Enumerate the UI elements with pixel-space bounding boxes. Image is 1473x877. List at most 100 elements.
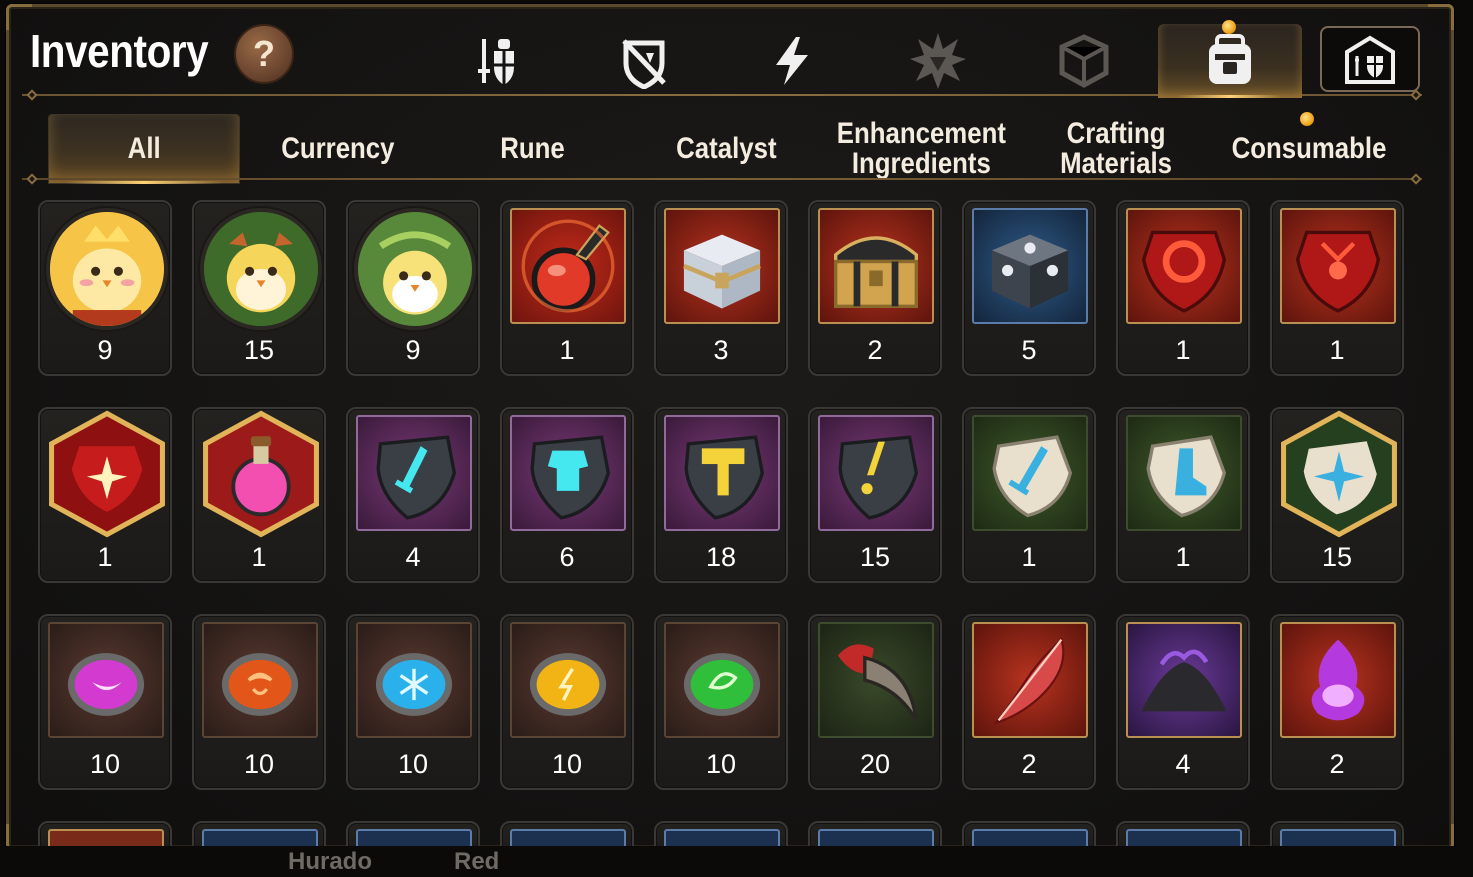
item-slot[interactable]: 4 [1116,614,1250,790]
item-slot[interactable]: 1 [192,407,326,583]
item-slot[interactable]: 2 [808,200,942,376]
armor-rune-stone-icon [530,435,611,520]
category-tab-currency[interactable]: Currency [242,114,434,184]
red-gem-ring-icon [1141,230,1227,313]
purple-flame-icon [1311,639,1365,721]
category-tab-all[interactable]: All [48,114,240,184]
item-count: 10 [89,749,121,779]
item-count: 1 [1329,335,1345,365]
item-slot[interactable]: 9 [38,200,172,376]
item-slot[interactable]: 20 [808,614,942,790]
category-tab-catalyst[interactable]: Catalyst [630,114,822,184]
red-potion-flask-icon [521,219,615,313]
item-slot[interactable]: 10 [500,614,634,790]
tab-broken-shield[interactable] [572,24,716,98]
tab-skills[interactable] [720,24,864,98]
item-count: 2 [1329,749,1345,779]
notification-dot [1222,20,1236,34]
bottom-overlay [0,846,1473,877]
tab-equipment[interactable] [424,24,568,98]
item-count: 4 [405,542,421,572]
item-count: 10 [243,749,275,779]
item-count: 10 [397,749,429,779]
item-slot[interactable]: 10 [38,614,172,790]
item-slot[interactable]: 4 [346,407,480,583]
category-label: Enhancement Ingredients [836,117,1006,180]
item-count: 1 [1175,542,1191,572]
item-slot[interactable]: 15 [1270,407,1404,583]
item-slot[interactable]: 15 [192,200,326,376]
item-count: 1 [1175,335,1191,365]
item-slot[interactable]: 6 [500,407,634,583]
castle-armory-icon [1345,35,1395,84]
item-count: 1 [251,542,267,572]
item-count: 3 [713,335,729,365]
item-count: 15 [1321,542,1353,572]
category-label: Catalyst [675,132,777,165]
category-label: Currency [281,132,395,165]
item-count: 9 [405,335,421,365]
item-slot[interactable]: 10 [192,614,326,790]
orange-fire-orb-icon [221,653,299,716]
dark-dust-pile-icon [1141,649,1227,712]
item-slot[interactable]: 18 [654,407,788,583]
purple-moon-orb-icon [67,653,145,716]
item-slot[interactable]: 5 [962,200,1096,376]
item-slot[interactable]: 1 [500,200,634,376]
item-count: 1 [559,335,575,365]
item-slot[interactable]: 1 [1270,200,1404,376]
item-count: 18 [705,542,737,572]
broken-shield-icon [622,39,666,89]
green-leaf-orb-icon [683,653,761,716]
item-slot[interactable]: 9 [346,200,480,376]
item-count: 15 [859,542,891,572]
cube-icon [1059,34,1109,88]
item-count: 2 [867,335,883,365]
pink-potion-icon [203,410,319,538]
dark-silver-chest-icon [991,234,1069,309]
item-count: 1 [1021,542,1037,572]
item-slot[interactable]: 1 [1116,407,1250,583]
item-slot[interactable]: 10 [346,614,480,790]
spark-rune-stone-icon [838,435,919,520]
item-count: 15 [243,335,275,365]
item-slot[interactable]: 1 [962,407,1096,583]
green-chick-portrait-icon [204,212,318,326]
laurel-chick-portrait-icon [358,212,472,326]
yellow-bolt-orb-icon [529,653,607,716]
category-tab-consumable[interactable]: Consumable [1214,112,1404,184]
silver-chest-icon [683,234,761,309]
backpack-icon [1209,34,1251,84]
item-slot[interactable]: 10 [654,614,788,790]
item-slot[interactable]: 2 [962,614,1096,790]
blue-ice-orb-icon [375,653,453,716]
tab-armory[interactable] [1320,26,1420,92]
item-count: 20 [859,749,891,779]
frame-corner [6,4,32,30]
burst-emblem-icon [910,33,966,89]
page-title: Inventory [30,25,209,77]
category-tab-rune[interactable]: Rune [436,114,628,184]
item-slot[interactable]: 1 [38,407,172,583]
item-slot[interactable]: 3 [654,200,788,376]
golden-chick-portrait-icon [50,212,164,326]
help-button[interactable]: ? [234,24,294,84]
item-count: 10 [705,749,737,779]
item-count: 5 [1021,335,1037,365]
item-slot[interactable]: 15 [808,407,942,583]
category-label: Crafting Materials [1060,117,1172,180]
gold-chest-icon [834,236,918,308]
lightning-icon [776,37,808,85]
hammer-rune-stone-icon [684,435,765,520]
item-count: 1 [97,542,113,572]
tab-artifact[interactable] [866,24,1010,98]
category-label: All [127,132,161,165]
item-slot[interactable]: 1 [1116,200,1250,376]
tab-cube[interactable] [1012,24,1156,98]
category-tab-crafting-materials[interactable]: Crafting Materials [1020,114,1212,184]
category-tab-enhancement-ingredients[interactable]: Enhancement Ingredients [824,114,1018,184]
tab-backpack[interactable] [1158,20,1302,98]
item-slot[interactable]: 2 [1270,614,1404,790]
sword-runic-tablet-icon [992,435,1073,518]
red-gem-necklace-icon [1295,230,1381,313]
